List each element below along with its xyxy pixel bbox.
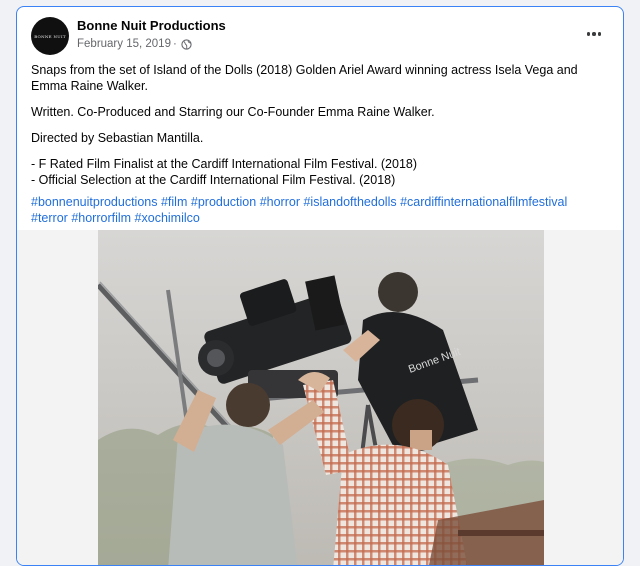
hashtag-link[interactable]: #islandofthedolls — [303, 195, 396, 209]
hashtag-link[interactable]: #production — [191, 195, 256, 209]
list-item: - Official Selection at the Cardiff Inte… — [31, 173, 396, 187]
hashtag-link[interactable]: #terror — [31, 211, 68, 225]
film-set-photo: Bonne Nuit — [98, 230, 544, 565]
page-name-link[interactable]: Bonne Nuit Productions — [77, 18, 226, 33]
post-meta: February 15, 2019 · — [77, 38, 192, 50]
post-card: BONNE NUIT Bonne Nuit Productions Februa… — [16, 6, 624, 566]
list-item: - F Rated Film Finalist at the Cardiff I… — [31, 157, 418, 171]
hashtag-link[interactable]: #film — [161, 195, 187, 209]
post-media: Bonne Nuit — [17, 230, 623, 565]
hashtag-link[interactable]: #cardiffinternationalfilmfestival — [400, 195, 567, 209]
post-header: BONNE NUIT Bonne Nuit Productions Februa… — [31, 17, 609, 57]
avatar-logo-text: BONNE NUIT — [34, 33, 66, 39]
post-body: Snaps from the set of Island of the Doll… — [31, 62, 613, 226]
meta-separator: · — [172, 38, 177, 50]
hashtag-link[interactable]: #xochimilco — [135, 211, 200, 225]
avatar[interactable]: BONNE NUIT — [31, 17, 69, 55]
hashtag-list: #bonnenuitproductions #film #production … — [31, 194, 613, 226]
hashtag-link[interactable]: #horror — [260, 195, 300, 209]
post-paragraph: Snaps from the set of Island of the Doll… — [31, 63, 578, 93]
more-options-icon[interactable] — [583, 27, 605, 41]
post-paragraph: Directed by Sebastian Mantilla. — [31, 131, 204, 145]
post-paragraph: Written. Co-Produced and Starring our Co… — [31, 105, 435, 119]
post-list: - F Rated Film Finalist at the Cardiff I… — [31, 156, 613, 188]
hashtag-link[interactable]: #horrorfilm — [71, 211, 131, 225]
globe-icon — [181, 38, 192, 50]
hashtag-link[interactable]: #bonnenuitproductions — [31, 195, 158, 209]
post-date[interactable]: February 15, 2019 — [77, 38, 171, 50]
post-photo[interactable]: Bonne Nuit — [98, 230, 544, 565]
